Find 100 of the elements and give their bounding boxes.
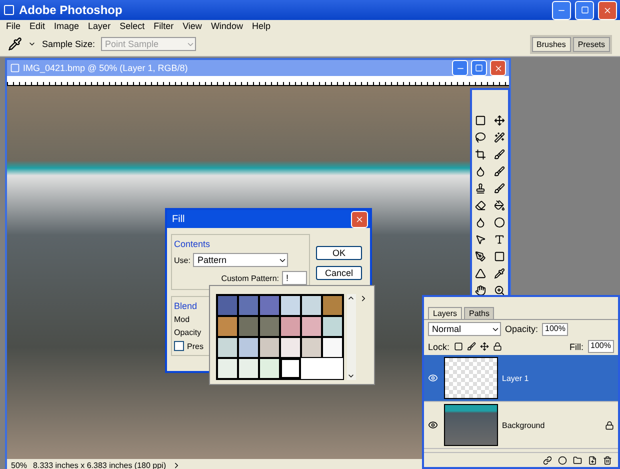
tool-icon[interactable]	[475, 200, 486, 210]
pattern-swatch[interactable]	[217, 316, 238, 337]
tool-icon[interactable]	[494, 200, 505, 210]
window-title: Adobe Photoshop	[19, 3, 124, 17]
brush-icon[interactable]	[466, 342, 476, 351]
pattern-swatch[interactable]	[301, 316, 322, 337]
tool-icon[interactable]	[494, 284, 505, 296]
tool-icon[interactable]	[475, 284, 486, 296]
menu-item[interactable]: Image	[54, 21, 80, 31]
blend-mode-select[interactable]: Normal	[428, 322, 501, 336]
zoom-level: 50%	[11, 460, 28, 469]
pattern-swatch[interactable]	[259, 337, 280, 358]
folder-icon[interactable]	[573, 456, 582, 464]
dialog-button[interactable]: Cancel	[316, 266, 362, 280]
panel-tab[interactable]: Layers	[428, 307, 462, 319]
menu-item[interactable]: Layer	[88, 21, 111, 31]
menu-item[interactable]: Select	[120, 21, 145, 31]
lock-icon[interactable]	[492, 342, 502, 351]
tool-icon[interactable]	[494, 268, 505, 278]
new-layer-icon[interactable]	[588, 456, 597, 464]
layer-row[interactable]: Background	[424, 402, 618, 449]
pattern-swatch[interactable]	[238, 358, 259, 379]
tool-icon[interactable]	[475, 250, 486, 262]
tool-icon[interactable]	[475, 148, 486, 160]
pattern-swatch[interactable]	[217, 337, 238, 358]
pattern-swatch[interactable]	[238, 337, 259, 358]
maximize-button[interactable]	[471, 60, 487, 76]
menu-item[interactable]: File	[6, 21, 21, 31]
pattern-swatch[interactable]	[280, 358, 301, 379]
close-icon	[603, 6, 612, 14]
opacity-label: Opacity	[174, 328, 202, 337]
maximize-button[interactable]	[575, 0, 594, 20]
tool-icon[interactable]	[494, 250, 505, 262]
layer-name: Background	[502, 420, 546, 430]
tool-icon[interactable]	[494, 114, 505, 126]
maximize-icon	[475, 64, 483, 72]
link-icon[interactable]	[543, 456, 552, 464]
dialog-title: Fill	[172, 214, 185, 224]
group-label: Contents	[174, 239, 212, 249]
tool-icon[interactable]	[494, 166, 505, 176]
pattern-swatch[interactable]	[280, 337, 301, 358]
pattern-swatch[interactable]	[322, 295, 343, 316]
sample-size-label: Sample Size:	[42, 39, 96, 49]
pattern-swatch[interactable]	[322, 316, 343, 337]
mode-label: Mod	[174, 315, 191, 324]
panel-tab[interactable]: Paths	[464, 307, 494, 319]
pattern-swatch[interactable]	[301, 295, 322, 316]
menu-item[interactable]: Window	[210, 21, 243, 31]
pattern-swatch[interactable]	[322, 337, 343, 358]
eye-icon[interactable]	[428, 420, 438, 430]
pattern-swatch[interactable]	[238, 316, 259, 337]
opacity-field[interactable]: 100%	[542, 322, 568, 336]
fill-field[interactable]: 100%	[588, 340, 614, 353]
pattern-select[interactable]: !	[282, 271, 307, 285]
pattern-swatch[interactable]	[217, 358, 238, 379]
move-icon[interactable]	[480, 342, 489, 351]
maximize-icon	[580, 6, 588, 14]
tool-icon[interactable]	[494, 132, 505, 142]
tool-icon[interactable]	[494, 148, 505, 160]
pattern-swatch[interactable]	[301, 337, 322, 358]
menu-item[interactable]: Edit	[30, 21, 46, 31]
pattern-swatch[interactable]	[280, 295, 301, 316]
tool-icon[interactable]	[475, 132, 486, 142]
trash-icon[interactable]	[603, 456, 612, 464]
checkbox[interactable]	[174, 341, 184, 351]
menu-item[interactable]: View	[182, 21, 202, 31]
pattern-swatch[interactable]	[259, 358, 280, 379]
tool-icon[interactable]	[494, 234, 505, 244]
eyedropper-icon[interactable]	[8, 37, 22, 51]
close-button[interactable]	[490, 60, 506, 76]
pattern-swatch[interactable]	[259, 316, 280, 337]
tool-icon[interactable]	[475, 234, 486, 244]
pattern-swatch[interactable]	[280, 316, 301, 337]
pattern-swatch[interactable]	[259, 295, 280, 316]
tool-icon[interactable]	[494, 216, 505, 228]
minimize-button[interactable]	[452, 60, 468, 76]
close-button[interactable]	[598, 0, 617, 20]
palette-tab[interactable]: Brushes	[532, 36, 571, 52]
tool-icon[interactable]	[475, 268, 486, 278]
pattern-swatch[interactable]	[238, 295, 259, 316]
pattern-swatch[interactable]	[217, 295, 238, 316]
minimize-button[interactable]	[552, 0, 571, 20]
scrollbar[interactable]	[347, 294, 356, 380]
fill-label: Fill:	[570, 342, 584, 352]
menu-item[interactable]: Filter	[154, 21, 174, 31]
tool-icon[interactable]	[475, 182, 486, 194]
dialog-button[interactable]: OK	[316, 246, 362, 260]
tool-icon[interactable]	[475, 114, 486, 126]
close-button[interactable]	[351, 210, 368, 228]
tool-icon[interactable]	[475, 216, 486, 228]
palette-tab[interactable]: Presets	[572, 36, 610, 52]
effects-icon[interactable]	[558, 456, 567, 464]
tool-icon[interactable]	[475, 166, 486, 176]
app-icon	[3, 4, 15, 16]
lock-icon[interactable]	[454, 342, 463, 351]
menu-item[interactable]: Help	[252, 21, 270, 31]
caret-icon[interactable]	[28, 40, 36, 48]
tool-icon[interactable]	[494, 182, 505, 194]
layer-row[interactable]: Layer 1	[424, 355, 618, 402]
use-select[interactable]: Pattern	[193, 253, 288, 267]
